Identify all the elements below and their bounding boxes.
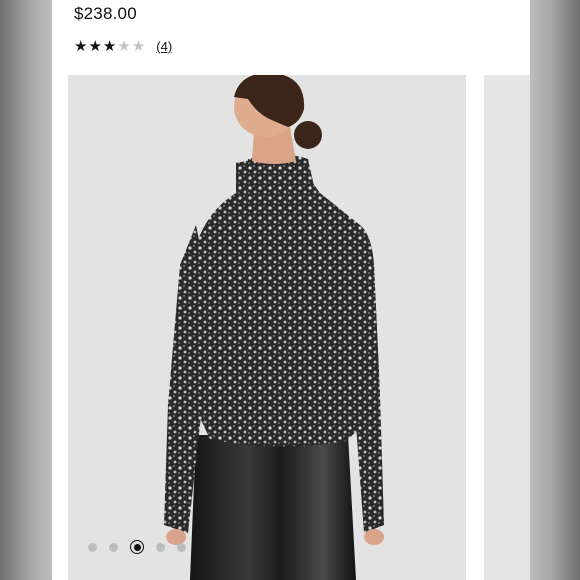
carousel-dot[interactable] — [88, 542, 97, 552]
star-icon: ★ — [88, 37, 102, 55]
product-price: $238.00 — [74, 4, 137, 23]
star-icon: ★ — [102, 37, 117, 55]
screenshot-margin-right — [530, 0, 580, 580]
carousel-dot[interactable] — [177, 542, 186, 552]
star-icon: ★ — [74, 37, 88, 55]
carousel-dot-active[interactable] — [130, 540, 144, 554]
star-icon: ★ — [117, 37, 131, 55]
screenshot-margin-left — [0, 0, 52, 580]
carousel-indicator — [88, 540, 198, 554]
review-count-link[interactable]: (4) — [156, 39, 172, 54]
product-photo — [164, 75, 384, 580]
carousel-dot[interactable] — [109, 542, 118, 552]
star-rating: ★ ★ ★ ★ ★ — [74, 39, 146, 54]
product-image-gallery[interactable] — [68, 75, 466, 580]
carousel-dot[interactable] — [156, 542, 165, 552]
star-icon: ★ — [131, 37, 146, 55]
product-detail-card: $238.00 ★ ★ ★ ★ ★ (4) — [52, 0, 530, 580]
product-rating: ★ ★ ★ ★ ★ (4) — [74, 37, 172, 55]
next-image-preview[interactable] — [484, 75, 530, 580]
